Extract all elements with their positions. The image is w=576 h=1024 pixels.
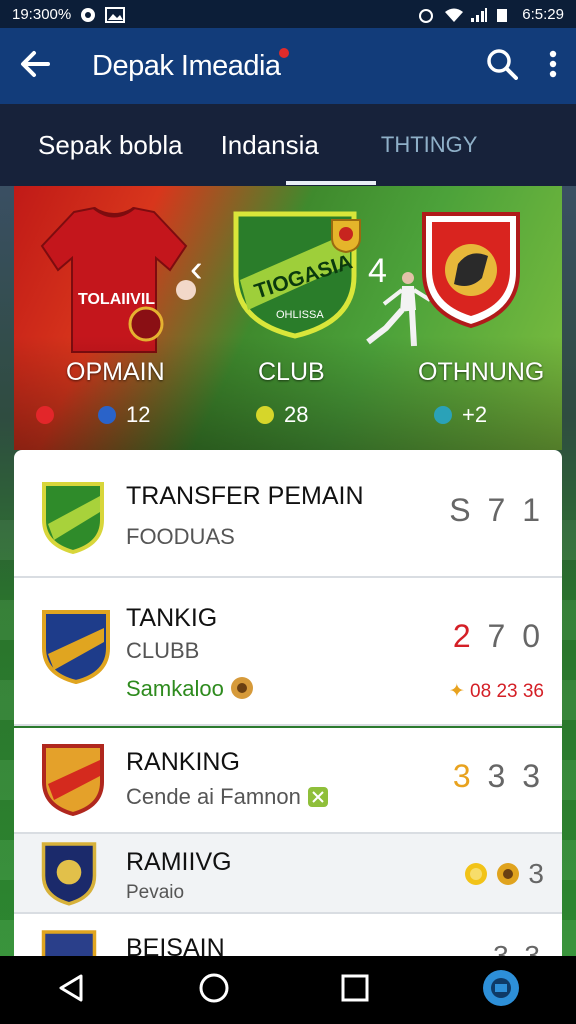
status-clock: 6:5:29: [522, 5, 564, 23]
back-triangle-icon[interactable]: [55, 972, 87, 1009]
more-vert-icon[interactable]: [548, 49, 558, 84]
chevron-left-icon[interactable]: ‹: [190, 248, 203, 291]
club-crest-multicolor: [41, 930, 97, 956]
system-nav-bar: [0, 956, 576, 1024]
card-subtitle: FOODUAS: [126, 524, 235, 549]
card-title: TRANSFER PEMAIN: [126, 482, 364, 510]
coin-icon: [230, 677, 253, 699]
tab-sepak-bobla[interactable]: Sepak bobla: [38, 104, 183, 186]
card-subtitle: Pevaio: [126, 882, 185, 903]
list-item-ranking[interactable]: RANKING Cende ai Famnon 3 3 3: [14, 728, 562, 832]
club-crest-navy: [41, 842, 97, 906]
small-badge-icon: [331, 219, 361, 254]
card-subtitle: Cende ai Famnon: [126, 784, 329, 810]
tab-thtingy[interactable]: THTINGY: [381, 104, 478, 186]
home-circle-icon[interactable]: [198, 972, 230, 1009]
teal-dot-icon: [434, 406, 452, 424]
active-tab-indicator: [286, 181, 376, 185]
notification-icon: [79, 7, 97, 22]
card-title: BEISAIN: [126, 934, 225, 956]
club-crest-red: [422, 212, 520, 329]
banner-shade: [14, 336, 562, 450]
card-value-text: 3: [528, 858, 544, 889]
club-crest-orange: [42, 744, 104, 816]
card-value: 2 7 0: [453, 618, 544, 655]
card-small-value: ✦ 08 23 36: [449, 680, 544, 703]
back-arrow-icon[interactable]: [18, 49, 52, 84]
card-value-main: 3: [452, 758, 475, 794]
card-link-text: Samkaloo: [126, 676, 224, 701]
card-title: RAMIIVG: [126, 848, 232, 876]
tab-bar: Sepak bobla Indansia THTINGY: [0, 104, 576, 186]
team2-label: CLUB: [258, 358, 325, 386]
assistant-app-icon[interactable]: [481, 968, 521, 1013]
battery-icon: [496, 7, 514, 22]
badge-icon: [308, 787, 329, 807]
status-bar: 19:300% 6:5:29: [0, 0, 576, 28]
list-item-ramiivg[interactable]: RAMIIVG Pevaio 3: [14, 834, 562, 912]
orange-coin-icon: [497, 863, 520, 885]
card-value-rest: 3 3: [487, 758, 544, 794]
club-crest-green-small: [42, 482, 104, 554]
status-time: 19:300%: [12, 5, 72, 23]
card-value-main: 2: [452, 618, 475, 654]
alarm-icon: [418, 7, 436, 23]
search-icon[interactable]: [486, 48, 518, 85]
yellow-dot-icon: [256, 406, 274, 424]
recents-square-icon[interactable]: [340, 973, 370, 1008]
team3-stat: +2: [434, 402, 487, 428]
card-subtitle-text: Cende ai Famnon: [126, 784, 301, 809]
card-title: TANKIG: [126, 604, 218, 632]
card-value: 3: [464, 858, 544, 890]
tab-indansia[interactable]: Indansia: [221, 104, 319, 186]
app-bar: Depak Imeadia: [0, 28, 576, 104]
card-value-rest: 7 0: [487, 618, 544, 654]
star-icon: ✦: [448, 681, 465, 702]
jersey-text: TOLAIIVIL: [78, 291, 155, 308]
card-small-text: 08 23 36: [470, 681, 544, 702]
list-item-beisain[interactable]: BEISAIN 3 3: [14, 914, 562, 956]
divider: [14, 724, 562, 726]
card-title: RANKING: [126, 748, 240, 776]
team1-stat-value: 12: [126, 402, 151, 427]
card-value: 3 3: [493, 940, 544, 956]
image-icon: [105, 7, 126, 23]
club-crest-blue: [42, 610, 110, 684]
red-jersey-image: TOLAIIVIL: [40, 206, 188, 353]
team3-label: OTHNUNG: [418, 358, 545, 386]
match-banner[interactable]: TOLAIIVIL ‹ TIOGASIA OHLISSA 4 OPMAIN CL…: [14, 186, 562, 450]
card-link[interactable]: Samkaloo: [126, 676, 254, 702]
wifi-icon: [444, 7, 464, 22]
card-subtitle: CLUBB: [126, 638, 200, 663]
signal-icon: [470, 7, 488, 22]
card-value: S 7 1: [449, 492, 544, 528]
team1-label: OPMAIN: [66, 358, 165, 386]
blue-dot-icon: [98, 406, 116, 424]
team2-stat: 28: [256, 402, 308, 428]
team2-stat-value: 28: [284, 402, 309, 427]
team3-stat-value: +2: [462, 402, 488, 427]
yellow-coin-icon: [465, 863, 488, 885]
app-title-text: Depak Imeadia: [92, 49, 281, 82]
card-value: 3 3 3: [453, 758, 544, 795]
crest-subtext: OHLISSA: [276, 309, 324, 321]
team1-stat: 12: [36, 402, 150, 428]
app-title: Depak Imeadia: [92, 47, 289, 83]
list-item-transfer[interactable]: TRANSFER PEMAIN FOODUAS S 7 1: [14, 450, 562, 576]
notification-dot: [278, 47, 289, 58]
list-item-tankig[interactable]: TANKIG CLUBB Samkaloo 2 7 0 ✦ 08 23 36: [14, 578, 562, 724]
red-dot-icon: [36, 406, 54, 424]
